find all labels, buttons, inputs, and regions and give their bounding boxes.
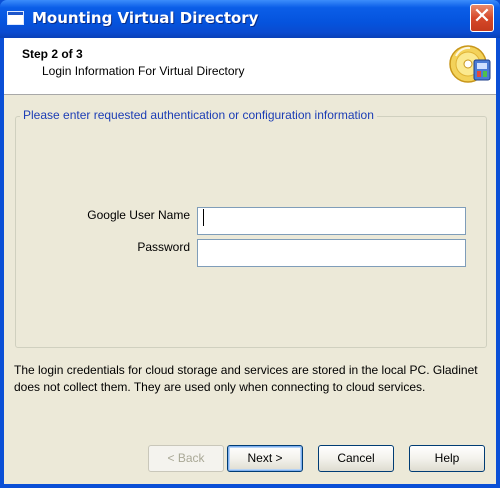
window-title: Mounting Virtual Directory <box>32 9 259 27</box>
step-subtitle: Login Information For Virtual Directory <box>42 64 245 78</box>
close-button[interactable]: ✕ <box>470 4 494 32</box>
text-caret <box>203 209 204 226</box>
title-bar[interactable]: Mounting Virtual Directory ✕ <box>0 0 500 38</box>
back-button[interactable]: < Back <box>148 445 224 472</box>
credentials-note: The login credentials for cloud storage … <box>14 363 478 394</box>
dialog-body: Step 2 of 3 Login Information For Virtua… <box>4 38 496 484</box>
wizard-disk-icon <box>449 45 491 83</box>
dialog-window: Mounting Virtual Directory ✕ Step 2 of 3… <box>0 0 500 488</box>
next-button[interactable]: Next > <box>227 445 303 472</box>
password-input[interactable] <box>197 239 466 267</box>
wizard-header: Step 2 of 3 Login Information For Virtua… <box>4 38 496 95</box>
help-button[interactable]: Help <box>409 445 485 472</box>
username-label: Google User Name <box>87 208 190 222</box>
group-legend: Please enter requested authentication or… <box>20 108 377 122</box>
step-indicator: Step 2 of 3 <box>22 47 83 61</box>
password-label: Password <box>137 240 190 254</box>
cancel-button[interactable]: Cancel <box>318 445 394 472</box>
window-icon <box>7 11 24 25</box>
username-input[interactable] <box>197 207 466 235</box>
